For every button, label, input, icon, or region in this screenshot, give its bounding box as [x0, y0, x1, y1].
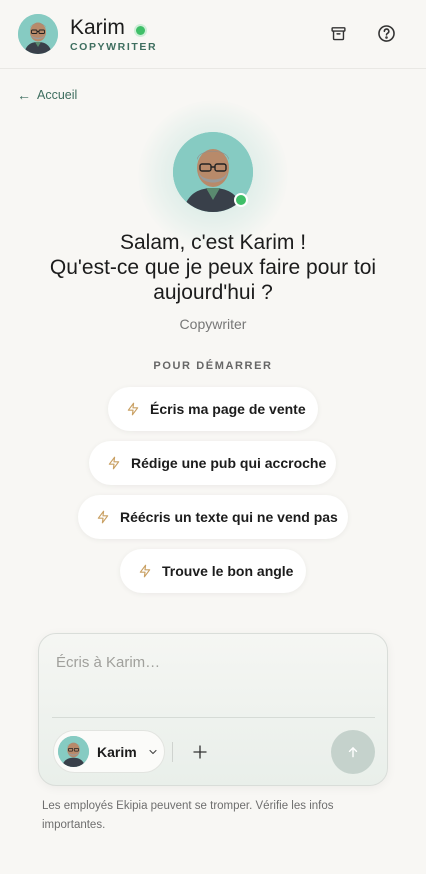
greeting-line-2: Qu'est-ce que je peux faire pour toi: [49, 256, 377, 279]
disclaimer-text: Les employés Ekipia peuvent se tromper. …: [42, 800, 334, 831]
suggestion-chip[interactable]: Réécris un texte qui ne vend pas: [78, 495, 348, 539]
suggestion-label: Réécris un texte qui ne vend pas: [120, 509, 338, 525]
suggestion-chip[interactable]: Rédige une pub qui accroche: [89, 441, 336, 485]
greeting-line-3: aujourd'hui ?: [153, 281, 273, 304]
avatar[interactable]: [18, 14, 58, 54]
online-status-icon: [234, 193, 248, 207]
agent-role: COPYWRITER: [70, 41, 158, 53]
online-status-icon: [136, 26, 145, 35]
back-link[interactable]: ← Accueil: [17, 87, 77, 103]
greeting-line-1: Salam, c'est Karim !: [119, 231, 307, 254]
back-link-label: Accueil: [37, 88, 78, 102]
suggestion-chip[interactable]: Trouve le bon angle: [120, 549, 306, 593]
agent-selector-label: Karim: [97, 743, 137, 760]
lightning-bolt-icon: [139, 564, 151, 578]
suggestion-label: Trouve le bon angle: [162, 563, 294, 579]
arrow-up-icon: [348, 747, 358, 758]
archive-box-icon[interactable]: [327, 22, 349, 44]
suggestion-label: Rédige une pub qui accroche: [131, 455, 327, 471]
suggestion-chip[interactable]: Écris ma page de vente: [108, 387, 318, 431]
agent-name: Karim: [70, 16, 125, 39]
composer-separator: [172, 742, 173, 762]
arrow-left-icon: ←: [17, 87, 31, 103]
lightning-bolt-icon: [127, 402, 139, 416]
composer-divider: [52, 717, 375, 718]
message-composer: Écris à Karim… Karim: [38, 633, 388, 786]
app-header: Karim COPYWRITER: [0, 0, 426, 69]
suggestion-label: Écris ma page de vente: [150, 401, 306, 417]
agent-subtitle: Copywriter: [179, 316, 247, 332]
avatar-portrait: [18, 14, 58, 54]
send-button[interactable]: [331, 730, 375, 774]
avatar: [58, 736, 89, 767]
question-circle-icon[interactable]: [375, 22, 397, 44]
agent-selector[interactable]: Karim: [53, 730, 165, 773]
message-input[interactable]: Écris à Karim…: [56, 654, 160, 671]
lightning-bolt-icon: [108, 456, 120, 470]
lightning-bolt-icon: [97, 510, 109, 524]
plus-icon[interactable]: [190, 742, 210, 762]
suggestions-heading: POUR DÉMARRER: [153, 360, 273, 372]
chevron-down-icon: [149, 749, 157, 754]
